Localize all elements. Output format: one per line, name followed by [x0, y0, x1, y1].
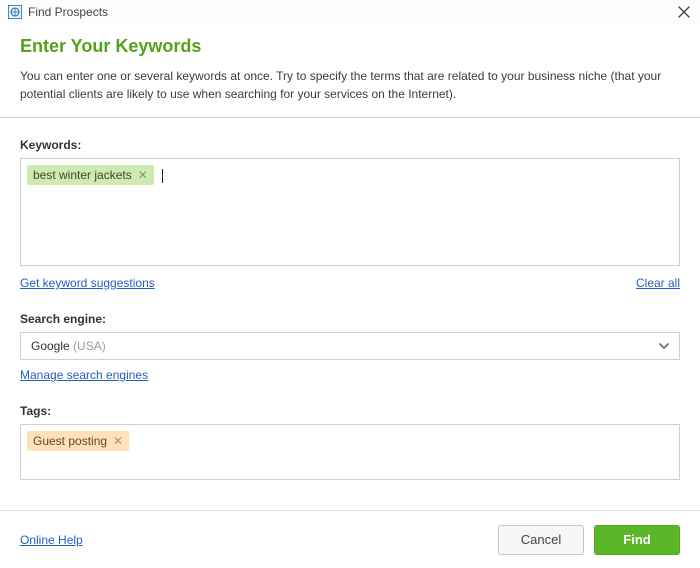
window-title: Find Prospects: [28, 5, 108, 19]
page-description: You can enter one or several keywords at…: [20, 67, 680, 103]
tags-input[interactable]: Guest posting ✕: [20, 424, 680, 480]
manage-search-engines-link[interactable]: Manage search engines: [20, 368, 148, 382]
remove-keyword-icon[interactable]: ✕: [138, 169, 148, 181]
online-help-link[interactable]: Online Help: [20, 533, 83, 547]
tag-chip[interactable]: Guest posting ✕: [27, 431, 129, 451]
search-engine-value-suffix: (USA): [70, 339, 106, 353]
app-icon: [8, 5, 22, 19]
tags-label: Tags:: [20, 404, 680, 418]
footer: Online Help Cancel Find: [0, 510, 700, 568]
content: Keywords: best winter jackets ✕ Get keyw…: [0, 118, 700, 484]
text-caret: [162, 169, 163, 183]
page-title: Enter Your Keywords: [20, 36, 680, 57]
search-engine-label: Search engine:: [20, 312, 680, 326]
get-keyword-suggestions-link[interactable]: Get keyword suggestions: [20, 276, 155, 290]
cancel-button[interactable]: Cancel: [498, 525, 584, 555]
keyword-chip[interactable]: best winter jackets ✕: [27, 165, 154, 185]
keywords-input[interactable]: best winter jackets ✕: [20, 158, 680, 266]
header-block: Enter Your Keywords You can enter one or…: [0, 24, 700, 117]
search-engine-value-main: Google: [31, 339, 70, 353]
keywords-label: Keywords:: [20, 138, 680, 152]
find-button[interactable]: Find: [594, 525, 680, 555]
close-icon[interactable]: [676, 4, 692, 20]
search-engine-select[interactable]: Google (USA): [20, 332, 680, 360]
chevron-down-icon: [659, 340, 669, 352]
title-bar: Find Prospects: [0, 0, 700, 24]
remove-tag-icon[interactable]: ✕: [113, 435, 123, 447]
keyword-chip-text: best winter jackets: [33, 168, 132, 182]
search-engine-value: Google (USA): [31, 339, 106, 353]
tag-chip-text: Guest posting: [33, 434, 107, 448]
clear-all-link[interactable]: Clear all: [636, 276, 680, 290]
